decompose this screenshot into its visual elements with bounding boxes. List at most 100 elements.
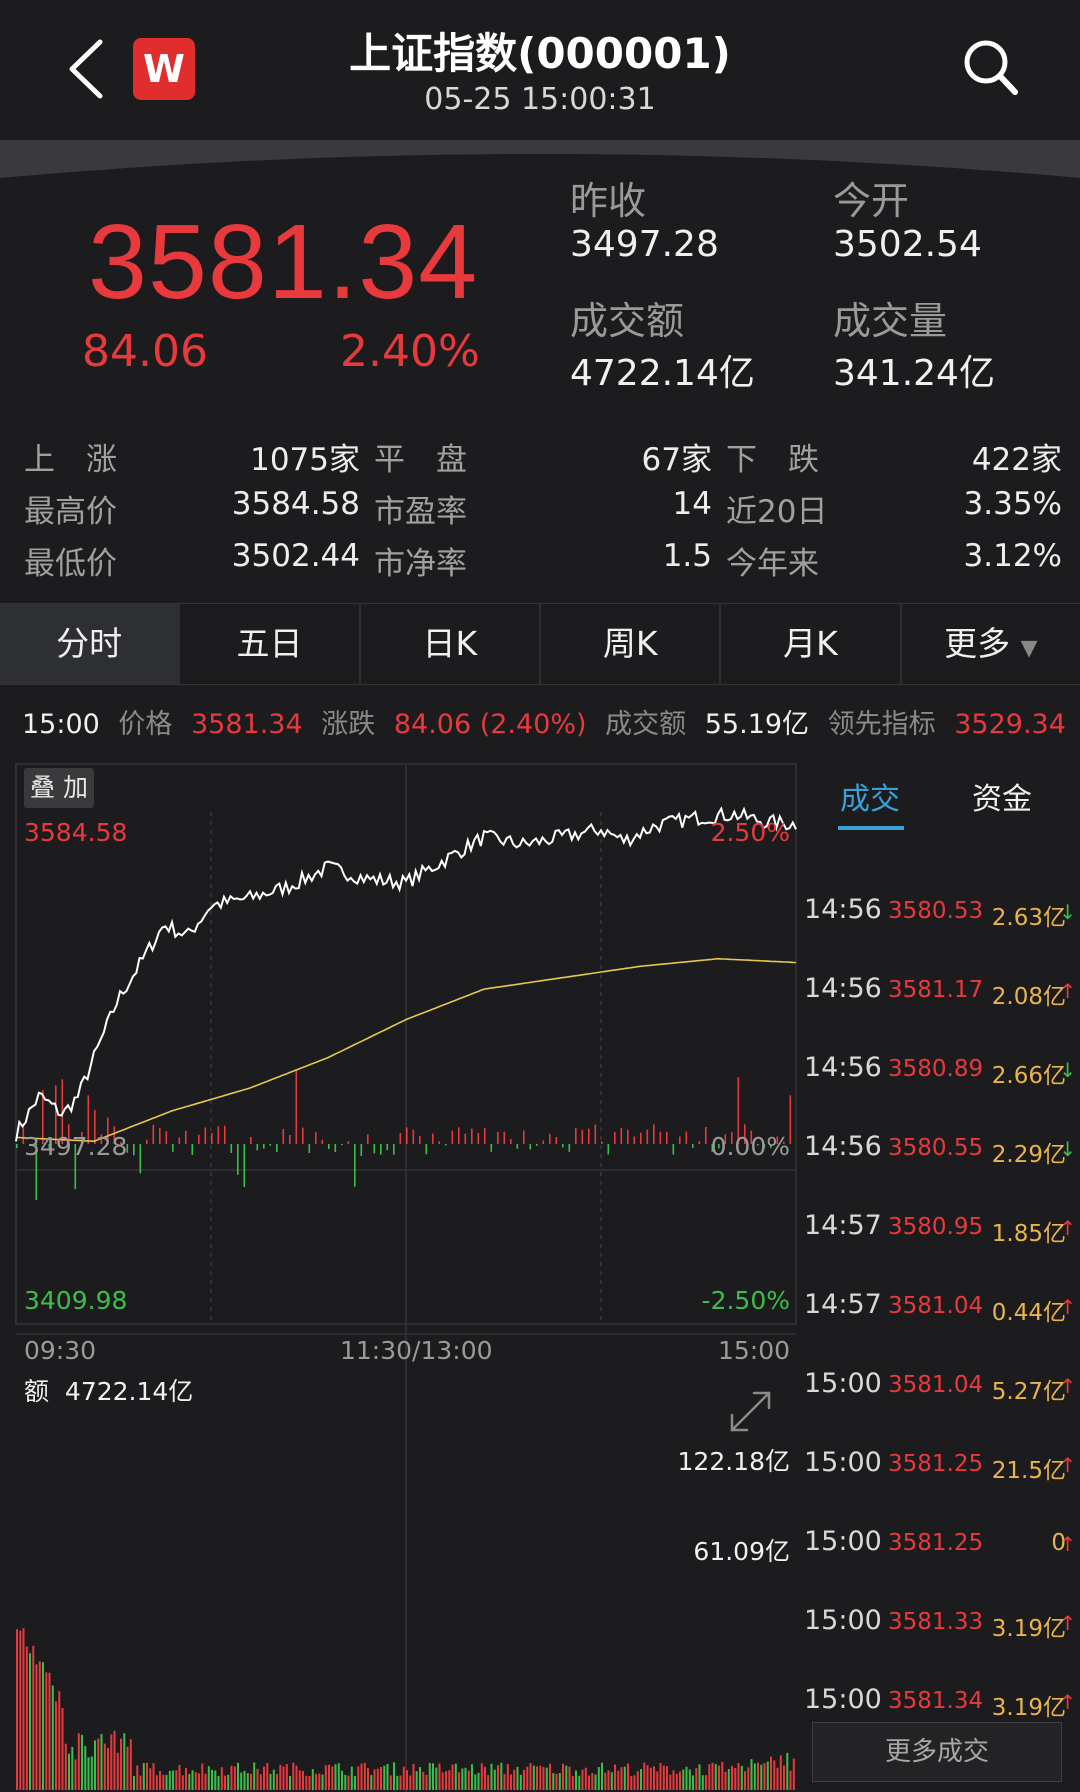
triangle-down-icon: ▼ xyxy=(1020,636,1038,661)
trade-direction-icon: ↑ xyxy=(1059,1690,1076,1714)
volume-bar xyxy=(334,1144,337,1153)
turnover-bar xyxy=(721,1761,724,1790)
info-change: 84.06 (2.40%) xyxy=(393,709,587,740)
turnover-bar xyxy=(168,1770,171,1790)
trade-volume: 2.63亿 xyxy=(991,905,1066,931)
search-icon[interactable] xyxy=(960,36,1020,98)
vol-axis-mid: 61.09亿 xyxy=(693,1537,790,1566)
tab-daily-k[interactable]: 日K xyxy=(360,604,541,684)
turnover-bar xyxy=(259,1774,262,1790)
turnover-bar xyxy=(532,1765,535,1790)
tab-five-day[interactable]: 五日 xyxy=(180,604,361,684)
intraday-chart[interactable]: 叠 加 3584.58 2.50% 3497.28 0.00% 3409.98 … xyxy=(14,762,798,1792)
turnover-bar xyxy=(422,1771,425,1790)
tab-weekly-k[interactable]: 周K xyxy=(540,604,722,684)
turnover-bar xyxy=(610,1772,613,1790)
trade-time: 15:00 xyxy=(804,1684,882,1715)
tab-monthly-k[interactable]: 月K xyxy=(721,604,902,684)
volume-bar xyxy=(633,1136,636,1144)
volume-bar xyxy=(152,1124,155,1144)
turnover-bar xyxy=(766,1761,769,1790)
tab-more[interactable]: 更多 ▼ xyxy=(901,604,1080,684)
volume-bar xyxy=(328,1144,330,1149)
turnover-bar xyxy=(344,1774,347,1790)
turnover-bar xyxy=(649,1767,652,1790)
trade-direction-icon: ↓ xyxy=(1059,1058,1076,1082)
turnover-bar xyxy=(162,1774,165,1790)
trade-price: 3581.34 xyxy=(888,1688,984,1714)
turnover-bar xyxy=(575,1770,577,1790)
overlay-button[interactable]: 叠 加 xyxy=(24,768,94,808)
tab-funds[interactable]: 资金 xyxy=(972,774,1032,818)
turnover-bar xyxy=(311,1769,314,1790)
trade-volume: 2.66亿 xyxy=(991,1063,1066,1089)
volume-bar xyxy=(620,1128,623,1144)
turnover-bar xyxy=(220,1767,223,1790)
amount-label-text: 额 xyxy=(24,1377,50,1406)
turnover-bar xyxy=(750,1759,753,1790)
turnover-bar xyxy=(383,1765,386,1790)
volume-bar xyxy=(419,1136,421,1144)
turnover-bar xyxy=(207,1766,210,1790)
turnover-bar xyxy=(402,1766,405,1790)
turnover-bar xyxy=(159,1770,161,1790)
volume-bar xyxy=(178,1137,181,1144)
turnover-bar xyxy=(597,1767,600,1790)
volume-bar xyxy=(224,1125,226,1144)
turnover-bar xyxy=(318,1773,321,1790)
tab-trades[interactable]: 成交 xyxy=(840,774,900,818)
turnover-bar xyxy=(685,1766,688,1790)
trade-direction-icon: ↑ xyxy=(1059,1453,1076,1477)
volume-bar xyxy=(295,1069,298,1144)
turnover-bar xyxy=(155,1775,158,1790)
turnover-bar xyxy=(627,1763,629,1790)
turnover-bar xyxy=(276,1773,278,1790)
volume-bar xyxy=(360,1144,363,1156)
turnover-bar xyxy=(331,1766,334,1790)
trade-time: 15:00 xyxy=(804,1605,882,1636)
volume-bar xyxy=(640,1132,642,1144)
chart-period-tabs: 分时 五日 日K 周K 月K 更多 ▼ xyxy=(0,603,1080,685)
turnover-bar xyxy=(263,1766,265,1790)
prev-close-label: 昨收 xyxy=(570,179,647,223)
volume-bar xyxy=(373,1144,376,1154)
turnover-bar xyxy=(432,1763,434,1790)
volume-bar xyxy=(367,1134,369,1144)
volume-value: 341.24亿 xyxy=(833,353,995,394)
tab-intraday[interactable]: 分时 xyxy=(0,604,181,684)
turnover-bar xyxy=(623,1766,626,1790)
turnover-bar xyxy=(516,1766,519,1790)
turnover-bar xyxy=(133,1775,135,1790)
low-label: 最低价 xyxy=(24,546,117,582)
turnover-bar xyxy=(734,1767,737,1790)
turnover-bar xyxy=(32,1645,35,1790)
turnover-bar xyxy=(571,1776,574,1790)
intraday-chart-canvas[interactable] xyxy=(14,762,798,1792)
turnover-bar xyxy=(419,1767,421,1790)
turnover-bar xyxy=(506,1764,509,1790)
trade-row: 15:00 3581.25 0 ↑ xyxy=(804,1526,1076,1566)
open-label: 今开 xyxy=(833,179,910,223)
turnover-bar xyxy=(399,1775,402,1790)
turnover-bar xyxy=(484,1766,486,1790)
turnover-bar xyxy=(406,1770,408,1790)
volume-bar xyxy=(256,1144,259,1151)
turnover-bar xyxy=(113,1730,116,1790)
trade-row: 15:00 3581.33 3.19亿 ↑ xyxy=(804,1605,1076,1645)
volume-bar xyxy=(464,1133,467,1144)
turnover-bar xyxy=(337,1763,340,1790)
header: W 上证指数(000001) 05-25 15:00:31 xyxy=(0,0,1080,140)
page-title: 上证指数(000001) xyxy=(349,29,731,78)
turnover-bar xyxy=(445,1771,447,1790)
info-lead: 3529.34 xyxy=(954,709,1066,740)
turnover-bar xyxy=(126,1746,129,1790)
volume-bar xyxy=(594,1124,597,1144)
turnover-bar xyxy=(94,1740,96,1790)
turnover-bar xyxy=(35,1664,38,1790)
more-trades-button[interactable]: 更多成交 xyxy=(812,1722,1062,1782)
turnover-bar xyxy=(386,1764,389,1790)
turnover-bar xyxy=(656,1771,659,1790)
info-price-label: 价格 xyxy=(118,709,173,740)
volume-bar xyxy=(198,1134,200,1144)
trade-row: 14:56 3580.53 2.63亿 ↓ xyxy=(804,894,1076,934)
